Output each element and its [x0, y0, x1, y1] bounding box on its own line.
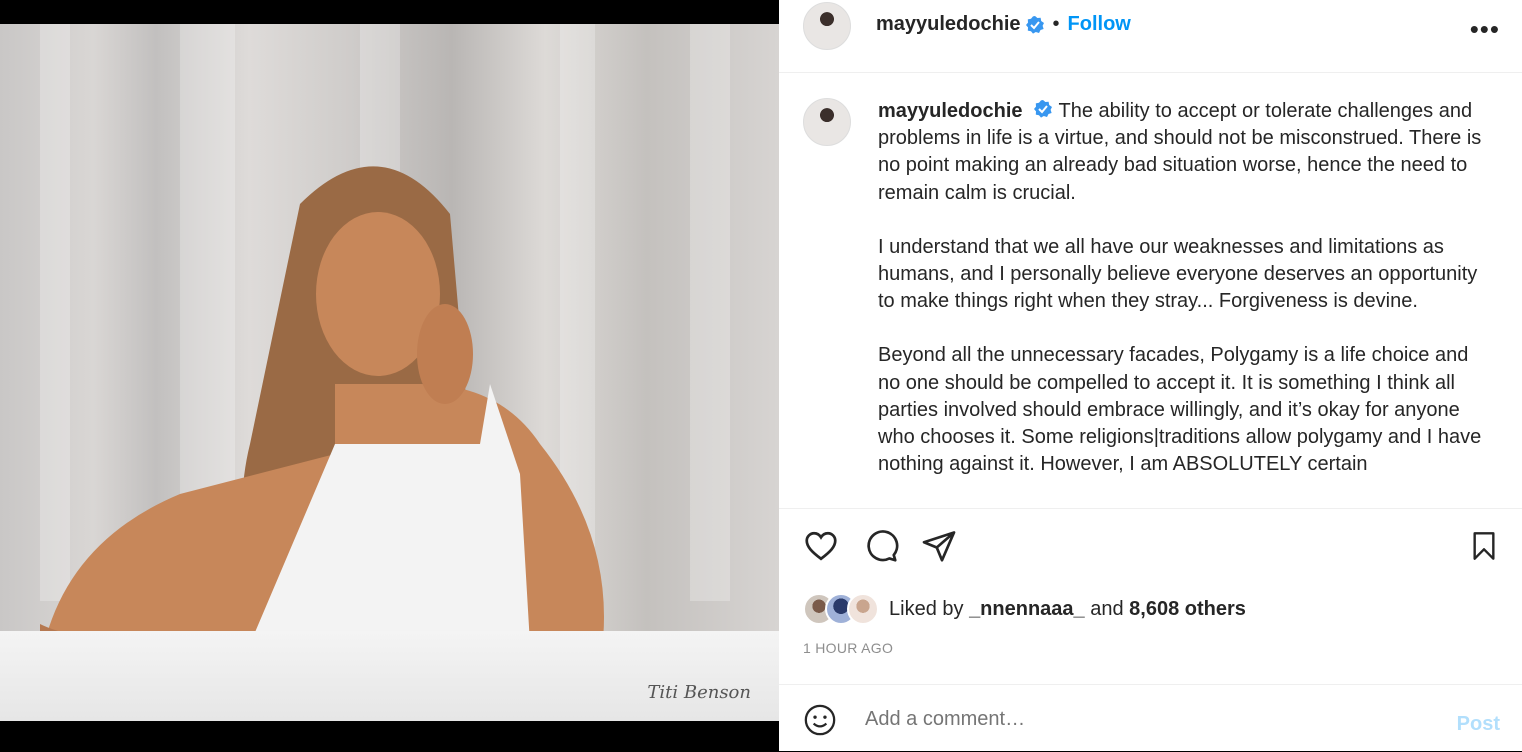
avatar[interactable]: [803, 2, 851, 50]
post-header: mayyuledochie • Follow •••: [779, 0, 1522, 73]
liker-avatars[interactable]: [803, 593, 879, 625]
liker-avatar: [847, 593, 879, 625]
comment-bubble-icon[interactable]: [863, 528, 899, 564]
photographer-watermark: Titi Benson: [647, 682, 751, 703]
caption-username[interactable]: mayyuledochie: [878, 100, 1023, 122]
comment-bar: Post: [779, 684, 1522, 752]
comment-input[interactable]: [863, 707, 1407, 732]
verified-badge-icon: [1033, 100, 1052, 118]
caption-paragraph: Beyond all the unnecessary facades, Poly…: [878, 344, 1482, 476]
emoji-icon[interactable]: [803, 703, 837, 737]
follow-button[interactable]: Follow: [1068, 13, 1131, 36]
verified-badge-icon: [1025, 15, 1044, 34]
save-bookmark-icon[interactable]: [1468, 528, 1500, 564]
liked-by-label: Liked by: [889, 597, 964, 620]
post-media: Titi Benson: [0, 0, 779, 751]
caption-section: mayyuledochie The ability to accept or t…: [779, 72, 1522, 509]
header-username[interactable]: mayyuledochie: [876, 13, 1021, 36]
like-heart-icon[interactable]: [803, 528, 839, 564]
likes-count[interactable]: 8,608 others: [1129, 598, 1246, 621]
likes-and: and: [1090, 597, 1124, 620]
post-timestamp[interactable]: 1 HOUR AGO: [803, 640, 893, 656]
caption-text: mayyuledochie The ability to accept or t…: [878, 98, 1488, 505]
header-separator: •: [1052, 13, 1060, 35]
post-photo[interactable]: Titi Benson: [0, 24, 779, 721]
post-actions: [803, 528, 1500, 568]
caption-avatar[interactable]: [803, 98, 851, 146]
post-panel: mayyuledochie • Follow ••• mayyuledochie…: [779, 0, 1522, 751]
portrait-figure: [40, 166, 604, 674]
more-options-icon[interactable]: •••: [1470, 14, 1500, 45]
post-comment-button[interactable]: Post: [1457, 713, 1500, 736]
header-user: mayyuledochie • Follow: [876, 13, 1131, 36]
caption-paragraph: I understand that we all have our weakne…: [878, 235, 1478, 313]
desk-surface: [0, 631, 779, 721]
liker-username[interactable]: _nnennaaa_: [969, 598, 1085, 621]
share-send-icon[interactable]: [921, 528, 957, 564]
likes-summary: Liked by _nnennaaa_ and 8,608 others: [803, 592, 1246, 626]
